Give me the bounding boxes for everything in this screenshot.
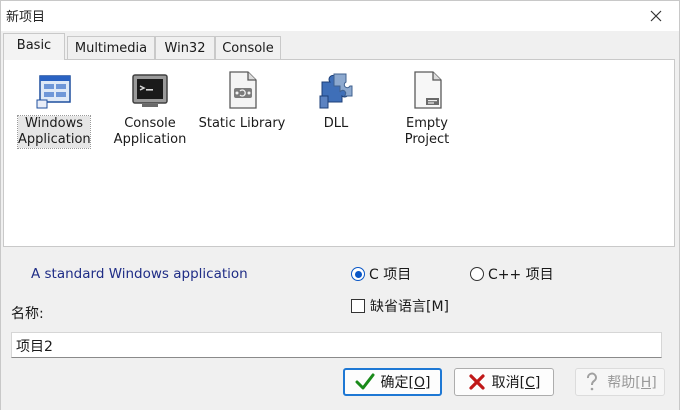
radio-label: C 项目	[369, 267, 412, 283]
project-label-line2: Application	[113, 132, 187, 147]
dll-puzzle-icon	[319, 73, 353, 109]
tab-multimedia[interactable]: Multimedia	[67, 36, 155, 59]
tab-win32[interactable]: Win32	[155, 36, 215, 59]
help-question-icon	[587, 372, 598, 391]
checkmark-icon	[355, 373, 375, 390]
windows-app-icon	[36, 75, 71, 109]
project-console-application[interactable]: Console Application	[110, 66, 190, 148]
project-dll[interactable]: DLL	[310, 66, 362, 132]
title-bar: 新项目	[1, 1, 679, 31]
tab-label: Multimedia	[74, 40, 148, 56]
tab-basic[interactable]: Basic	[3, 33, 65, 60]
project-label-line2: Application	[18, 132, 91, 147]
project-description: A standard Windows application	[31, 266, 248, 282]
name-label: 名称:	[11, 306, 44, 322]
project-label-line1: DLL	[323, 116, 349, 131]
tab-console[interactable]: Console	[215, 36, 281, 59]
close-button[interactable]	[633, 1, 679, 31]
project-static-library[interactable]: Static Library	[198, 66, 286, 132]
project-label-line1: Empty Project	[404, 116, 450, 147]
radio-selected-icon	[351, 267, 365, 281]
checkbox-icon	[351, 299, 365, 313]
help-hotkey: [H]	[635, 375, 657, 391]
static-library-icon	[229, 71, 257, 109]
radio-empty-icon	[470, 267, 484, 281]
checkbox-label: 缺省语言[M]	[370, 299, 450, 315]
project-name-input[interactable]: 项目2	[11, 332, 662, 358]
project-label-line1: Windows	[24, 116, 84, 131]
console-app-icon	[132, 74, 168, 107]
cancel-label: 取消	[491, 375, 520, 391]
radio-cpp-project[interactable]: C++ 项目	[470, 264, 554, 284]
help-button[interactable]: 帮助[H]	[575, 368, 665, 396]
project-label-line1: Console	[124, 116, 176, 131]
radio-label: C++ 项目	[488, 267, 554, 283]
empty-project-icon	[414, 71, 442, 109]
default-language-checkbox[interactable]: 缺省语言[M]	[351, 296, 449, 316]
ok-button[interactable]: 确定[O]	[343, 368, 442, 396]
cancel-x-icon	[469, 374, 485, 390]
help-label: 帮助	[607, 375, 636, 391]
tab-label: Win32	[164, 40, 206, 56]
project-templates-panel: Windows Application Console Application	[3, 59, 675, 247]
cancel-button[interactable]: 取消[C]	[454, 368, 554, 396]
cancel-hotkey: [C]	[519, 375, 541, 391]
project-windows-application[interactable]: Windows Application	[17, 66, 91, 149]
tab-label: Basic	[16, 37, 52, 53]
window-title: 新项目	[6, 10, 46, 25]
new-project-dialog: 新项目 Basic Multimedia Win32 Console Windo…	[0, 0, 680, 410]
tab-label: Console	[222, 40, 274, 56]
radio-c-project[interactable]: C 项目	[351, 264, 411, 284]
project-label-line1: Static Library	[198, 116, 286, 131]
project-empty-project[interactable]: Empty Project	[382, 66, 472, 148]
ok-label: 确定	[380, 375, 409, 391]
close-icon	[650, 10, 662, 22]
ok-hotkey: [O]	[408, 375, 431, 391]
